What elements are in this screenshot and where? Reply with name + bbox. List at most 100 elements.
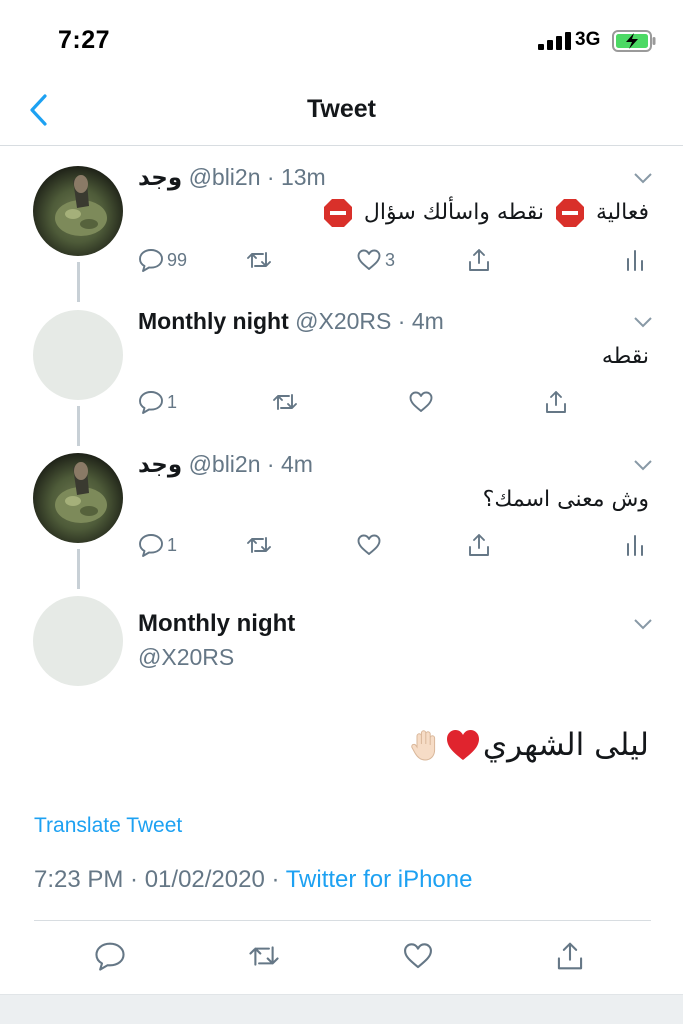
share-icon (546, 391, 566, 413)
reply-button[interactable]: 1 (138, 386, 177, 418)
share-icon (557, 942, 583, 970)
translate-tweet-link[interactable]: Translate Tweet (34, 814, 182, 838)
tweet-time: 4m (280, 451, 313, 477)
author-handle: @bli2n (188, 451, 261, 477)
retweet-button[interactable] (248, 940, 280, 972)
dot-separator: · (391, 308, 412, 334)
reply-icon (139, 534, 163, 557)
stop-sign-emoji (556, 199, 585, 227)
navigation-bar: Tweet (0, 80, 683, 146)
reply-button[interactable]: 99 (138, 244, 187, 276)
stop-sign-emoji (323, 199, 352, 227)
author-name[interactable]: وجد (138, 164, 182, 190)
page-title: Tweet (307, 95, 376, 123)
tweet-text: فعالية نقطه واسألك سؤال (319, 198, 649, 228)
retweet-button[interactable] (272, 386, 298, 418)
like-button[interactable] (402, 940, 434, 972)
like-button[interactable] (408, 386, 434, 418)
dot-separator: · (260, 164, 281, 190)
author-name[interactable]: Monthly night (138, 610, 295, 638)
avatar[interactable] (33, 453, 123, 543)
share-button[interactable] (466, 244, 492, 276)
retweet-button[interactable] (246, 244, 272, 276)
heart-icon (357, 534, 381, 555)
tweet-datetime: 7:23 PM · 01/02/2020 · (34, 866, 286, 893)
tweet-header: وجد @bli2n · 4m (138, 451, 313, 478)
analytics-icon (627, 535, 643, 556)
author-handle: @X20RS (138, 644, 235, 670)
share-icon (469, 249, 489, 271)
share-button[interactable] (554, 940, 586, 972)
tweet-text-part2: نقطه واسألك سؤال (363, 200, 545, 225)
reply-button[interactable] (94, 940, 126, 972)
tweet-header: وجد @bli2n · 13m (138, 164, 326, 191)
tweet-timestamp: 7:23 PM · 01/02/2020 · Twitter for iPhon… (34, 866, 472, 894)
retweet-button[interactable] (246, 529, 272, 561)
chevron-down-icon[interactable] (633, 172, 653, 184)
reply-icon (139, 391, 163, 414)
avatar-image (55, 462, 107, 523)
divider (34, 920, 651, 921)
retweet-icon (247, 252, 271, 268)
reply-bar[interactable] (0, 994, 683, 1024)
reply-count: 99 (167, 249, 188, 270)
chevron-down-icon[interactable] (633, 459, 653, 471)
like-button[interactable]: 3 (356, 244, 395, 276)
tweet-text: نقطه (601, 344, 649, 369)
retweet-icon (247, 537, 271, 553)
thread-tweet[interactable]: Monthly night @X20RS · 4m نقطه 1 (0, 266, 683, 446)
like-button[interactable] (356, 529, 382, 561)
tweet-source-link[interactable]: Twitter for iPhone (286, 866, 473, 893)
reply-count: 1 (167, 534, 178, 555)
author-name[interactable]: وجد (138, 451, 182, 477)
main-tweet-words: ليلى الشهري (482, 727, 649, 763)
tweet-text-part1: فعالية (596, 200, 649, 225)
retweet-icon (249, 946, 279, 966)
red-heart-emoji (446, 730, 479, 760)
reply-count: 1 (167, 391, 178, 412)
thread-connector (77, 409, 80, 425)
analytics-icon (627, 250, 643, 271)
avatar-image (55, 175, 107, 236)
author-name[interactable]: Monthly night (138, 308, 289, 334)
network-type: 3G (575, 29, 601, 50)
dot-separator: · (260, 451, 281, 477)
heart-icon (404, 943, 432, 969)
signal-icon (538, 32, 571, 50)
chevron-down-icon[interactable] (633, 618, 653, 630)
reply-icon (139, 249, 163, 272)
author-handle: @bli2n (188, 164, 261, 190)
share-button[interactable] (466, 529, 492, 561)
heart-icon (357, 249, 381, 270)
like-count: 3 (385, 249, 396, 270)
avatar[interactable] (33, 310, 123, 400)
tweet-actions: 1 (138, 529, 658, 561)
thread-tweet[interactable]: وجد @bli2n · 4m وش معنى اسمك؟ 1 (0, 409, 683, 589)
main-tweet-actions (0, 940, 683, 976)
analytics-button[interactable] (622, 244, 648, 276)
share-button[interactable] (543, 386, 569, 418)
avatar[interactable] (33, 166, 123, 256)
analytics-button[interactable] (622, 529, 648, 561)
retweet-icon (273, 394, 297, 410)
chevron-down-icon[interactable] (633, 316, 653, 328)
battery-icon (612, 30, 656, 52)
tweet-time: 13m (280, 164, 326, 190)
tweet-actions: 99 3 (138, 244, 658, 276)
heart-icon (409, 391, 433, 412)
main-tweet-text: ليلى الشهري (407, 727, 649, 763)
thread-tweet[interactable]: وجد @bli2n · 13m فعالية نقطه واسألك سؤال… (0, 150, 683, 302)
share-icon (469, 534, 489, 556)
tweet-header: Monthly night @X20RS · 4m (138, 308, 444, 335)
reply-button[interactable]: 1 (138, 529, 177, 561)
tweet-actions: 1 (138, 386, 658, 418)
avatar[interactable] (33, 596, 123, 686)
thread-connector (77, 565, 80, 581)
tweet-text: وش معنى اسمك؟ (482, 487, 649, 512)
raised-hand-emoji (411, 730, 435, 761)
author-handle: @X20RS (295, 308, 392, 334)
tweet-time: 4m (411, 308, 444, 334)
status-bar: 7:27 3G (0, 0, 683, 80)
status-time: 7:27 (58, 26, 111, 54)
reply-icon (95, 942, 125, 971)
